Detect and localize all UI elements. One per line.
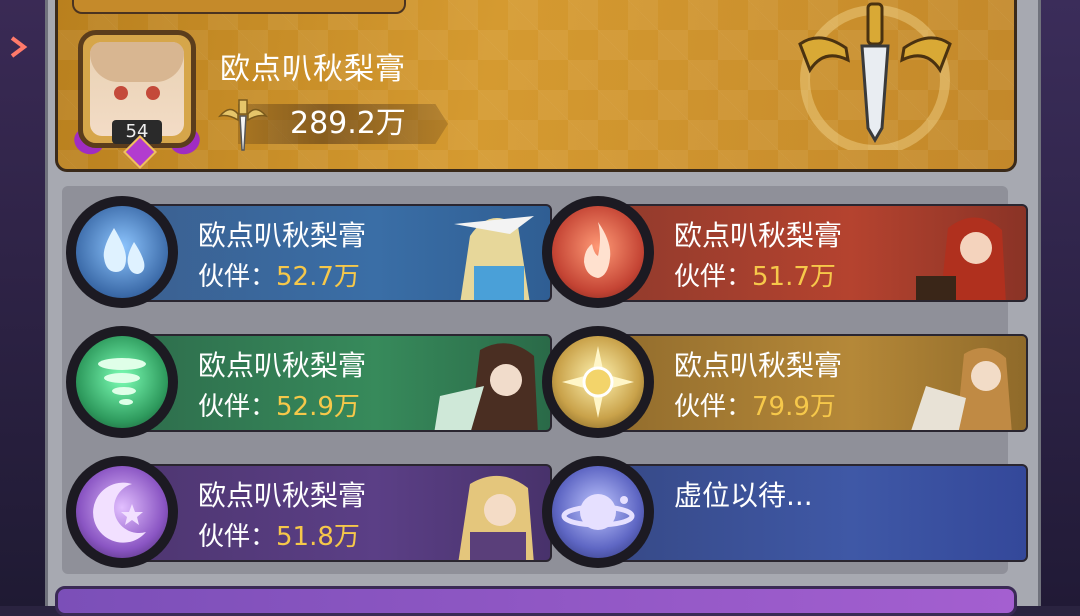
- sun-icon: [552, 336, 644, 428]
- partner-power: 伙伴：51.8万: [198, 522, 360, 552]
- player-avatar[interactable]: 54: [70, 28, 206, 169]
- element-orb: [66, 196, 178, 308]
- vacant-slot-text: 虚位以待...: [674, 479, 813, 512]
- next-banner[interactable]: [55, 586, 1017, 616]
- sword-emblem-icon: [790, 0, 960, 155]
- element-orb: [542, 456, 654, 568]
- element-orb: [66, 326, 178, 438]
- partner-card-moon[interactable]: 欧点叭秋梨膏 伙伴：51.8万: [66, 452, 552, 568]
- planet-icon: [552, 466, 644, 558]
- partner-name: 欧点叭秋梨膏: [198, 349, 367, 382]
- banner-tab: [72, 0, 406, 14]
- avatar-left-eye: [114, 86, 128, 100]
- element-orb: [542, 196, 654, 308]
- partner-card-vacant[interactable]: 虚位以待...: [542, 452, 1028, 568]
- partner-card-fire[interactable]: 欧点叭秋梨膏 伙伴：51.7万: [542, 192, 1028, 308]
- partner-card-water[interactable]: 欧点叭秋梨膏 伙伴：52.7万: [66, 192, 552, 308]
- crescent-moon-icon: [76, 466, 168, 558]
- element-orb: [542, 326, 654, 438]
- fire-icon: [552, 206, 644, 298]
- partner-power: 伙伴：52.7万: [198, 262, 360, 292]
- partner-card-wind[interactable]: 欧点叭秋梨膏 伙伴：52.9万: [66, 322, 552, 438]
- partner-name: 欧点叭秋梨膏: [674, 349, 843, 382]
- partner-portrait: [906, 206, 1026, 300]
- partner-power: 伙伴：79.9万: [674, 392, 836, 422]
- partner-power: 伙伴：51.7万: [674, 262, 836, 292]
- arrow-right-icon[interactable]: [6, 32, 36, 62]
- tornado-icon: [76, 336, 168, 428]
- partner-portrait: [906, 336, 1026, 430]
- sword-icon: [214, 94, 272, 152]
- element-orb: [66, 456, 178, 568]
- partner-name: 欧点叭秋梨膏: [198, 479, 367, 512]
- player-name: 欧点叭秋梨膏: [220, 52, 406, 87]
- avatar-right-eye: [146, 86, 160, 100]
- partner-portrait: [430, 206, 550, 300]
- partner-name: 欧点叭秋梨膏: [198, 219, 367, 252]
- partner-name: 欧点叭秋梨膏: [674, 219, 843, 252]
- partner-card-sun[interactable]: 欧点叭秋梨膏 伙伴：79.9万: [542, 322, 1028, 438]
- player-power: 289.2万: [290, 106, 406, 141]
- partner-portrait: [430, 336, 550, 430]
- water-drop-icon: [76, 206, 168, 298]
- avatar-hair: [90, 42, 184, 82]
- partner-power: 伙伴：52.9万: [198, 392, 360, 422]
- partner-portrait: [430, 466, 550, 560]
